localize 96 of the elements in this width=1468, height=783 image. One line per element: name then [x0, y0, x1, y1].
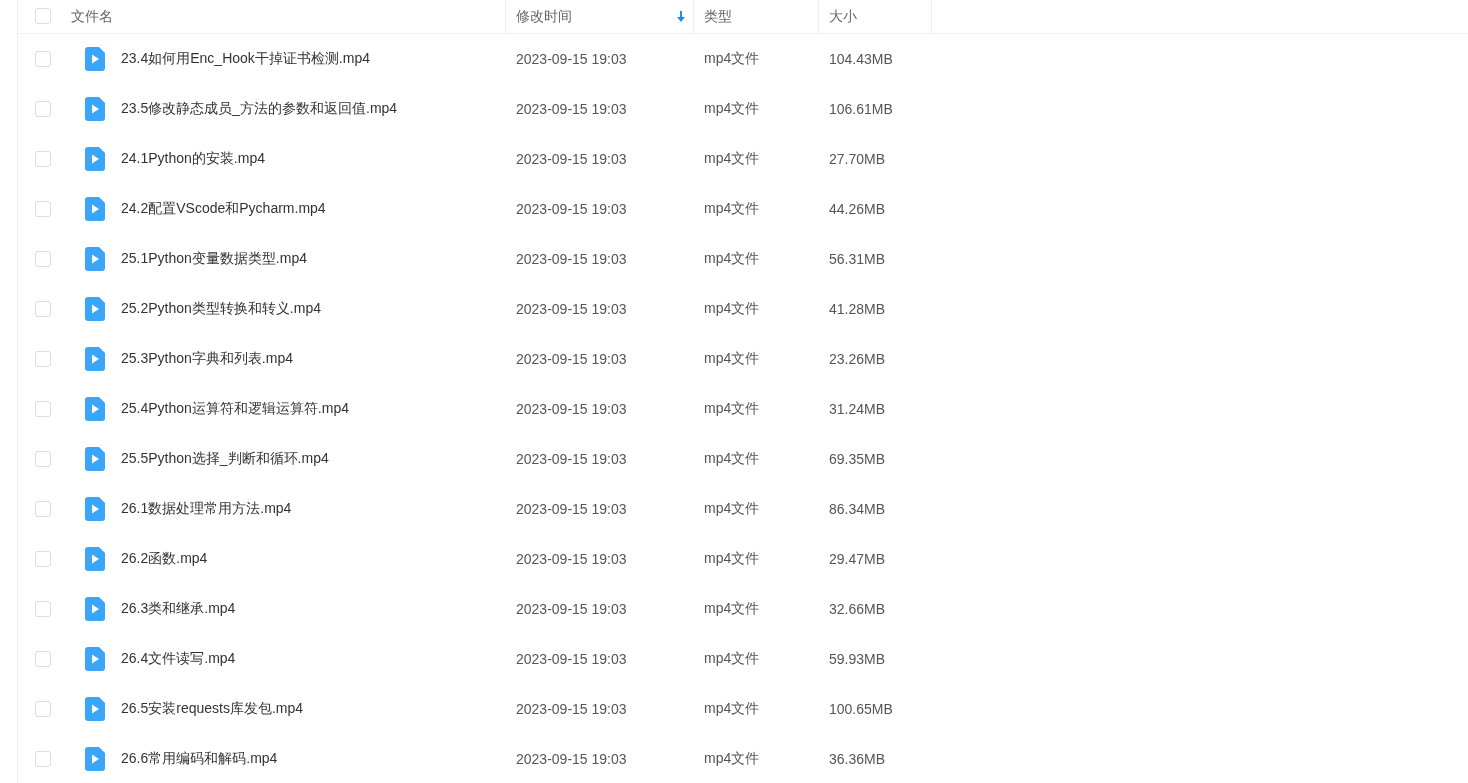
- row-checkbox[interactable]: [35, 601, 51, 617]
- file-name[interactable]: 24.1Python的安装.mp4: [121, 150, 265, 168]
- modified-time: 2023-09-15 19:03: [516, 751, 627, 767]
- file-type: mp4文件: [704, 250, 760, 268]
- file-size: 59.93MB: [829, 651, 886, 667]
- file-name[interactable]: 25.2Python类型转换和转义.mp4: [121, 300, 321, 318]
- modified-time: 2023-09-15 19:03: [516, 551, 627, 567]
- file-type: mp4文件: [704, 550, 760, 568]
- video-file-icon: [85, 197, 105, 221]
- column-header[interactable]: 大小: [819, 0, 932, 33]
- file-name[interactable]: 26.5安装requests库发包.mp4: [121, 700, 304, 718]
- file-type: mp4文件: [704, 500, 760, 518]
- video-file-icon: [85, 597, 105, 621]
- row-checkbox[interactable]: [35, 101, 51, 117]
- video-file-icon: [85, 447, 105, 471]
- file-size: 29.47MB: [829, 551, 886, 567]
- modified-time: 2023-09-15 19:03: [516, 301, 627, 317]
- row-checkbox[interactable]: [35, 701, 51, 717]
- file-type: mp4文件: [704, 350, 760, 368]
- column-header[interactable]: 类型: [694, 0, 819, 33]
- row-checkbox[interactable]: [35, 451, 51, 467]
- modified-time: 2023-09-15 19:03: [516, 701, 627, 717]
- modified-time: 2023-09-15 19:03: [516, 401, 627, 417]
- file-size: 27.70MB: [829, 151, 886, 167]
- file-type: mp4文件: [704, 750, 760, 768]
- file-name[interactable]: 25.1Python变量数据类型.mp4: [121, 250, 307, 268]
- file-type: mp4文件: [704, 650, 760, 668]
- modified-time: 2023-09-15 19:03: [516, 51, 627, 67]
- row-checkbox[interactable]: [35, 301, 51, 317]
- modified-time: 2023-09-15 19:03: [516, 151, 627, 167]
- file-type: mp4文件: [704, 400, 760, 418]
- video-file-icon: [85, 747, 105, 771]
- row-checkbox[interactable]: [35, 351, 51, 367]
- video-file-icon: [85, 697, 105, 721]
- file-size: 32.66MB: [829, 601, 886, 617]
- video-file-icon: [85, 347, 105, 371]
- video-file-icon: [85, 397, 105, 421]
- file-size: 100.65MB: [829, 701, 893, 717]
- modified-time: 2023-09-15 19:03: [516, 351, 627, 367]
- file-type: mp4文件: [704, 700, 760, 718]
- file-size: 104.43MB: [829, 51, 893, 67]
- file-type: mp4文件: [704, 600, 760, 618]
- modified-time: 2023-09-15 19:03: [516, 501, 627, 517]
- row-checkbox[interactable]: [35, 551, 51, 567]
- row-checkbox[interactable]: [35, 151, 51, 167]
- file-type: mp4文件: [704, 450, 760, 468]
- modified-time: 2023-09-15 19:03: [516, 451, 627, 467]
- file-name[interactable]: 25.5Python选择_判断和循环.mp4: [121, 450, 329, 468]
- file-name[interactable]: 25.4Python运算符和逻辑运算符.mp4: [121, 400, 349, 418]
- modified-time: 2023-09-15 19:03: [516, 101, 627, 117]
- column-header[interactable]: 修改时间: [506, 0, 694, 33]
- select-all-checkbox[interactable]: [35, 8, 51, 24]
- file-size: 56.31MB: [829, 251, 886, 267]
- row-checkbox[interactable]: [35, 401, 51, 417]
- video-file-icon: [85, 647, 105, 671]
- column-header[interactable]: 文件名: [71, 0, 506, 33]
- video-file-icon: [85, 47, 105, 71]
- file-type: mp4文件: [704, 300, 760, 318]
- file-type: mp4文件: [704, 200, 760, 218]
- modified-time: 2023-09-15 19:03: [516, 251, 627, 267]
- file-size: 69.35MB: [829, 451, 886, 467]
- modified-time: 2023-09-15 19:03: [516, 651, 627, 667]
- file-size: 44.26MB: [829, 201, 886, 217]
- file-type: mp4文件: [704, 150, 760, 168]
- file-size: 31.24MB: [829, 401, 886, 417]
- file-name[interactable]: 26.6常用编码和解码.mp4: [121, 750, 278, 768]
- modified-time: 2023-09-15 19:03: [516, 601, 627, 617]
- file-size: 106.61MB: [829, 101, 893, 117]
- video-file-icon: [85, 297, 105, 321]
- row-checkbox[interactable]: [35, 51, 51, 67]
- file-name[interactable]: 25.3Python字典和列表.mp4: [121, 350, 293, 368]
- file-name[interactable]: 26.1数据处理常用方法.mp4: [121, 500, 292, 518]
- file-name[interactable]: 23.5修改静态成员_方法的参数和返回值.mp4: [121, 100, 398, 118]
- video-file-icon: [85, 147, 105, 171]
- row-checkbox[interactable]: [35, 251, 51, 267]
- row-checkbox[interactable]: [35, 201, 51, 217]
- video-file-icon: [85, 497, 105, 521]
- file-size: 86.34MB: [829, 501, 886, 517]
- file-name[interactable]: 26.2函数.mp4: [121, 550, 208, 568]
- file-name[interactable]: 26.3类和继承.mp4: [121, 600, 236, 618]
- video-file-icon: [85, 247, 105, 271]
- row-checkbox[interactable]: [35, 501, 51, 517]
- video-file-icon: [85, 547, 105, 571]
- file-type: mp4文件: [704, 50, 760, 68]
- file-size: 41.28MB: [829, 301, 886, 317]
- row-checkbox[interactable]: [35, 651, 51, 667]
- sort-down-arrow-icon: [677, 11, 685, 22]
- file-type: mp4文件: [704, 100, 760, 118]
- file-name[interactable]: 23.4如何用Enc_Hook干掉证书检测.mp4: [121, 50, 370, 68]
- modified-time: 2023-09-15 19:03: [516, 201, 627, 217]
- row-checkbox[interactable]: [35, 751, 51, 767]
- file-name[interactable]: 26.4文件读写.mp4: [121, 650, 236, 668]
- file-name[interactable]: 24.2配置VScode和Pycharm.mp4: [121, 200, 326, 218]
- file-size: 23.26MB: [829, 351, 886, 367]
- file-size: 36.36MB: [829, 751, 886, 767]
- video-file-icon: [85, 97, 105, 121]
